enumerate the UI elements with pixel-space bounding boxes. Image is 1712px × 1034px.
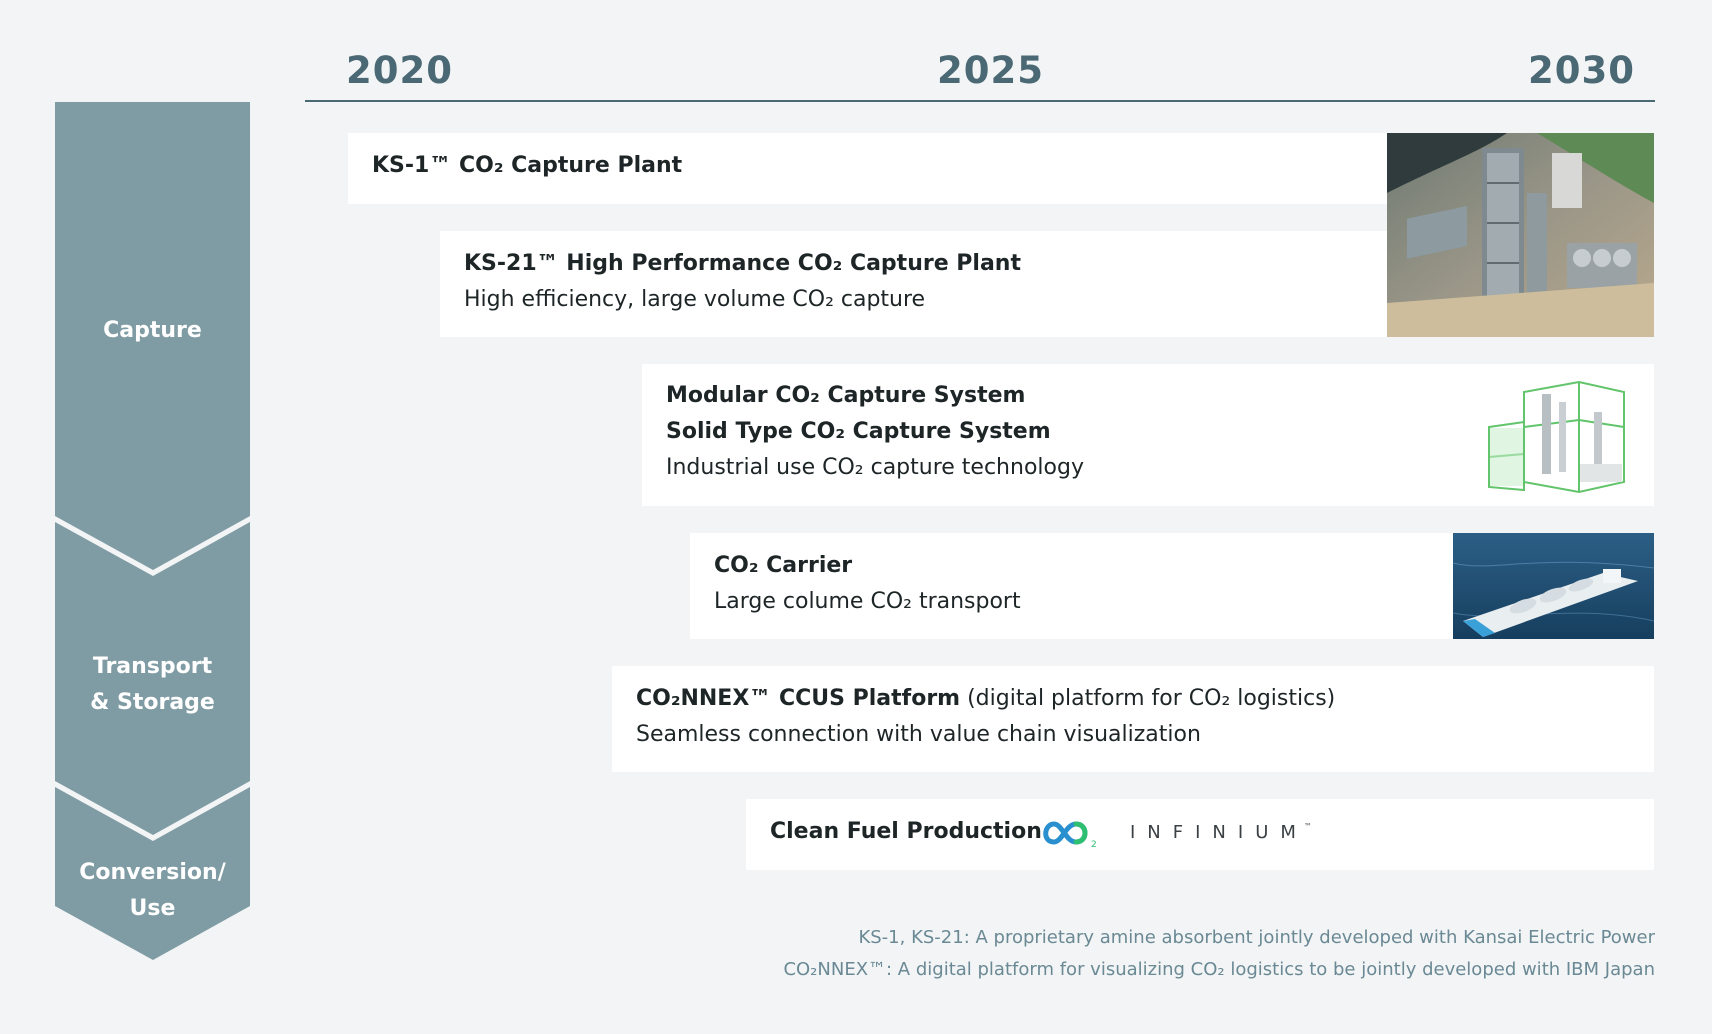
- infinium-logo: 2: [1043, 821, 1097, 850]
- infinium-logo-sub: 2: [1091, 840, 1097, 850]
- modular-title: Modular CO₂ Capture System: [666, 383, 1026, 408]
- ks21-subtitle: High efficiency, large volume CO₂ captur…: [464, 287, 926, 312]
- modular-capture-unit-image: [1488, 380, 1625, 494]
- co2nnex-subtitle: Seamless connection with value chain vis…: [636, 722, 1201, 747]
- modular-subtitle: Industrial use CO₂ capture technology: [666, 455, 1084, 480]
- infinium-wordmark: INFINIUM: [1130, 822, 1308, 843]
- ks21-title: KS-21™ High Performance CO₂ Capture Plan…: [464, 251, 1021, 276]
- year-2025: 2025: [937, 49, 1044, 92]
- year-2030: 2030: [1528, 49, 1635, 92]
- co2-carrier-ship-photo: [1453, 533, 1654, 639]
- stage-label-capture: Capture: [103, 318, 202, 343]
- footnote-co2nnex: CO₂NNEX™: A digital platform for visuali…: [783, 959, 1655, 980]
- timeline-rule: [305, 100, 1655, 102]
- infinium-tm: ™: [1304, 822, 1312, 831]
- co2nnex-title-note: (digital platform for CO₂ logistics): [960, 686, 1336, 711]
- solid-title: Solid Type CO₂ Capture System: [666, 419, 1051, 444]
- stage-label-transport-storage: Transport & Storage: [90, 654, 215, 715]
- capture-plant-photo: [1387, 133, 1654, 337]
- carrier-title: CO₂ Carrier: [714, 553, 853, 578]
- footnote-ks: KS-1, KS-21: A proprietary amine absorbe…: [858, 927, 1655, 948]
- ks1-title: KS-1™ CO₂ Capture Plant: [372, 153, 683, 178]
- card-co2nnex: CO₂NNEX™ CCUS Platform (digital platform…: [612, 666, 1654, 772]
- carrier-subtitle: Large colume CO₂ transport: [714, 589, 1021, 614]
- year-2020: 2020: [346, 49, 453, 92]
- stage-label-conversion-use: Conversion/ Use: [79, 860, 226, 921]
- card-co2-carrier: CO₂ Carrier Large colume CO₂ transport: [690, 533, 1654, 639]
- card-modular-solid: Modular CO₂ Capture System Solid Type CO…: [642, 364, 1654, 506]
- co2nnex-title: CO₂NNEX™ CCUS Platform: [636, 686, 961, 711]
- stage-chevron-column: [55, 102, 250, 960]
